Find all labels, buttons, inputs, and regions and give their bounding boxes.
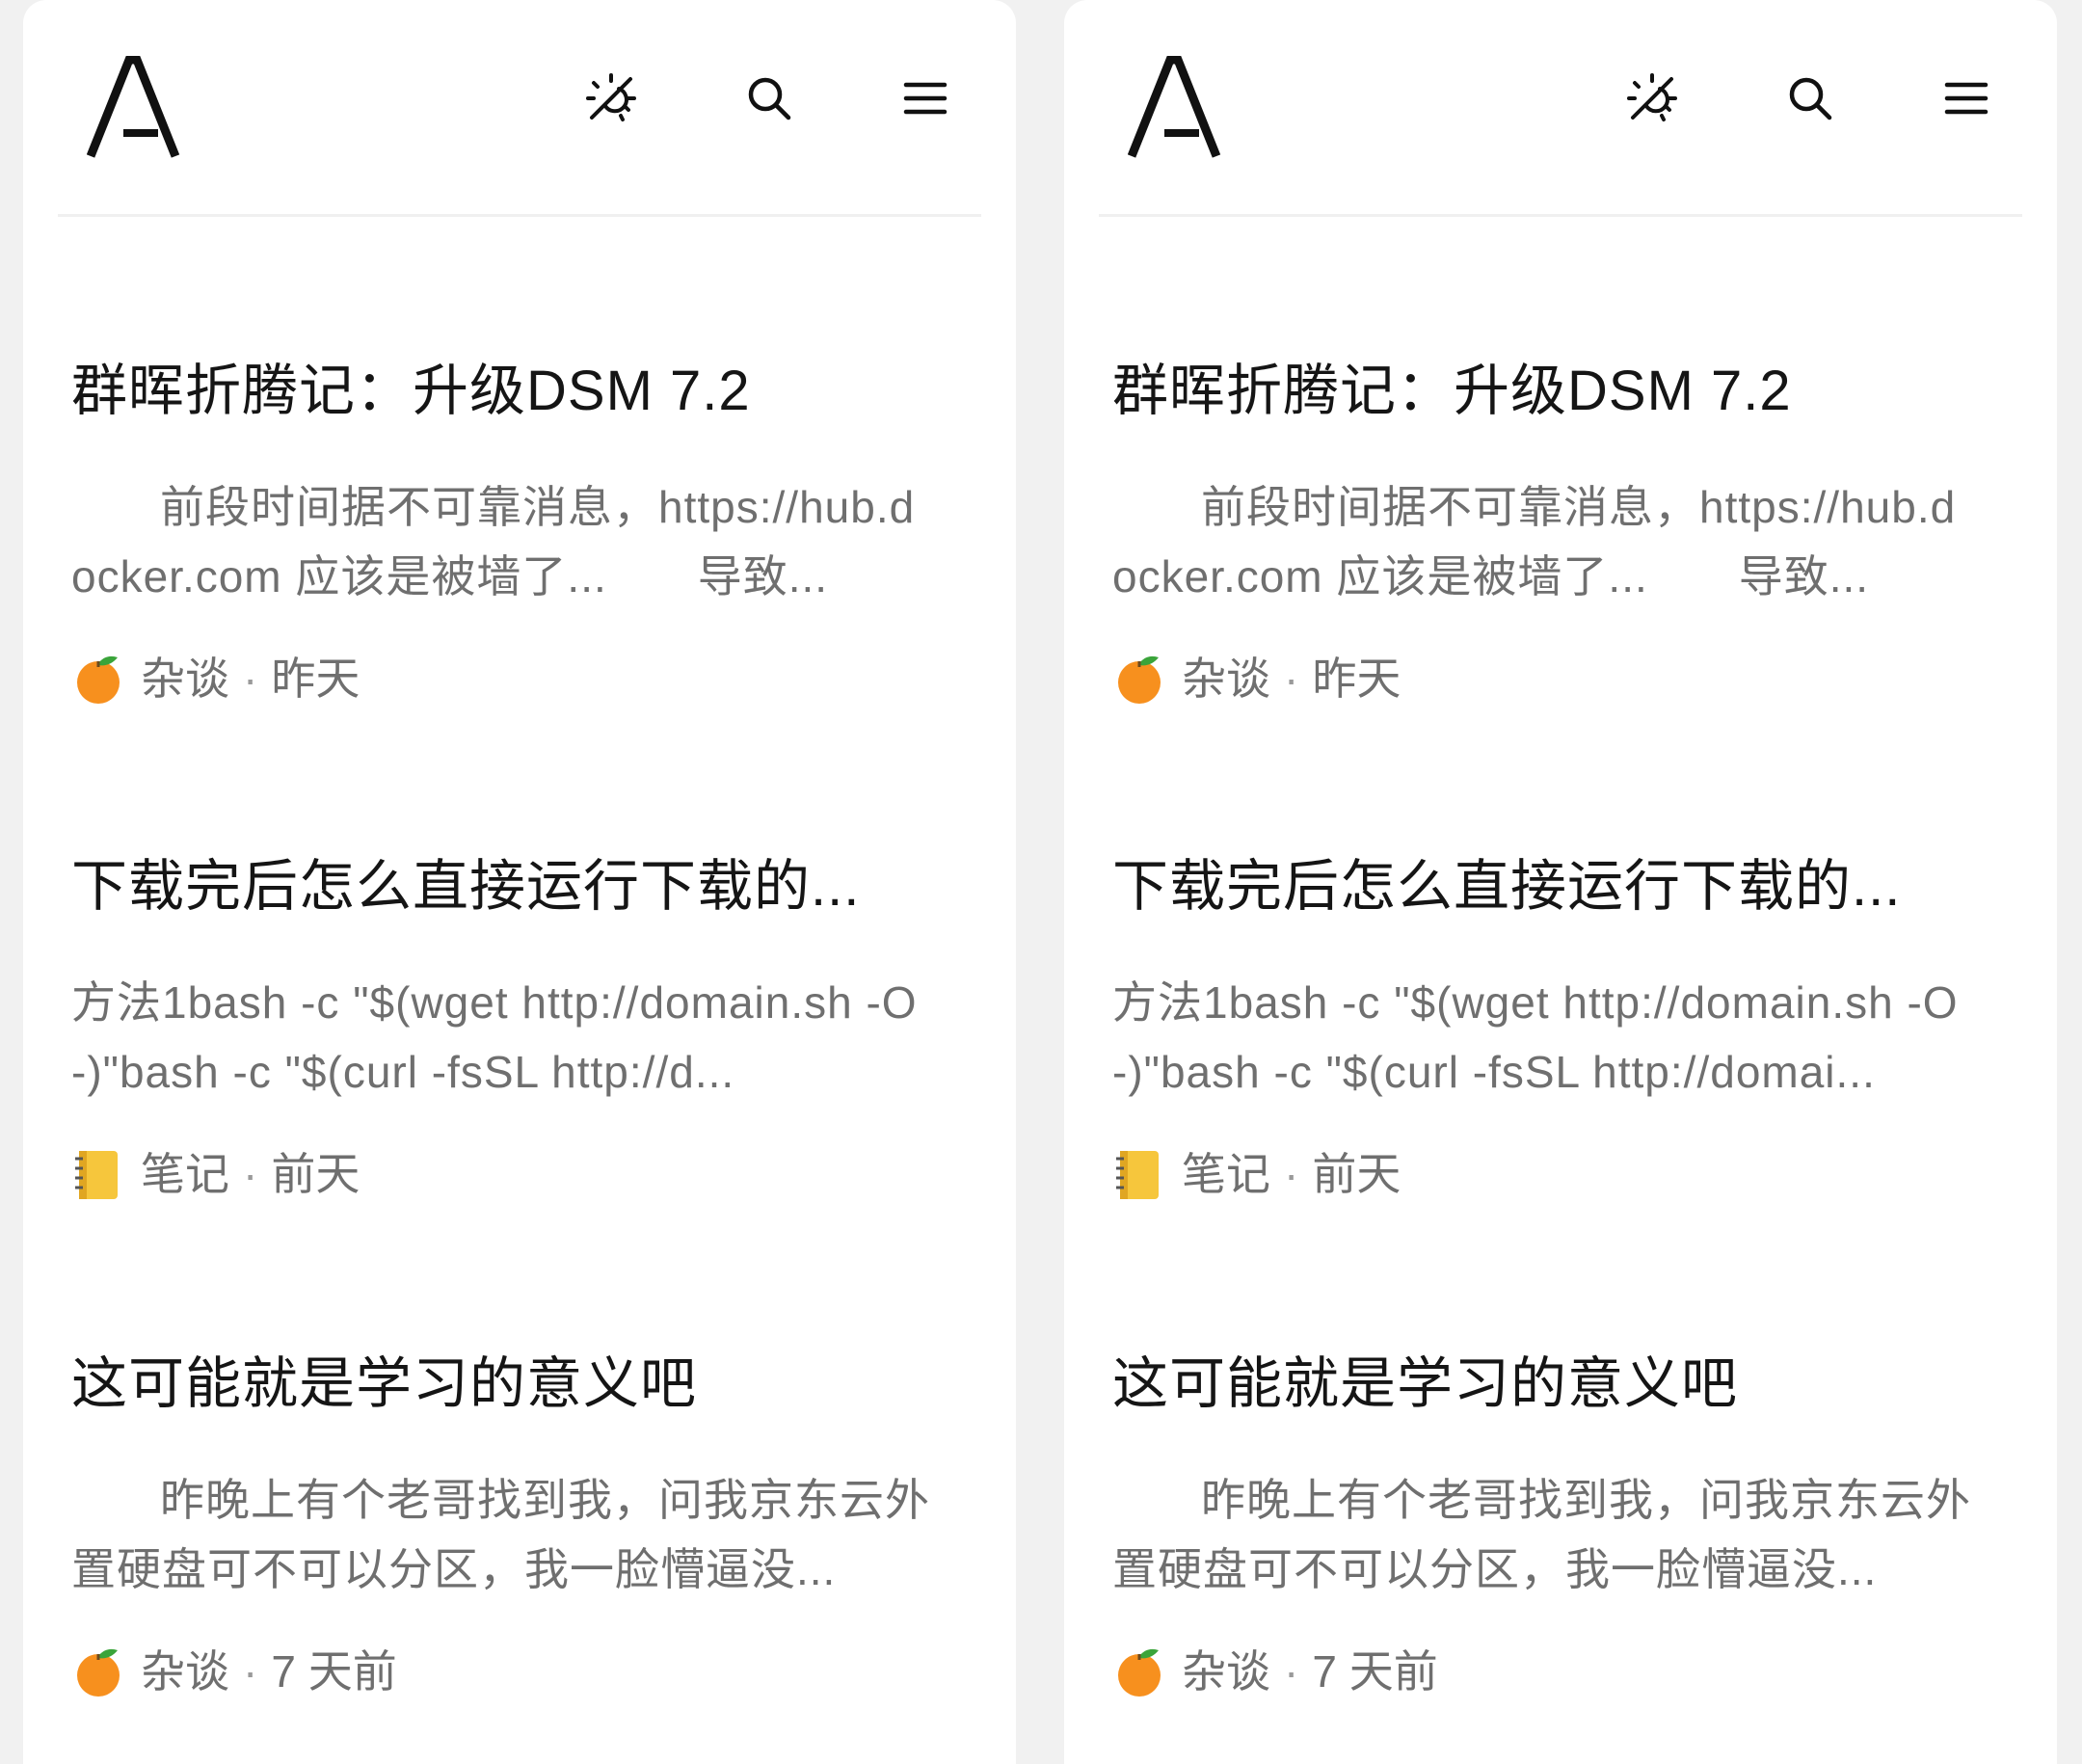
post-time: 7 天前 [1312,1646,1438,1697]
post-card[interactable]: 下载完后怎么直接运行下载的... 方法1bash -c "$(wget http… [71,852,939,1203]
post-category[interactable]: 杂谈 [1182,650,1270,708]
post-excerpt: 昨晚上有个老哥找到我，问我京东云外置硬盘可不可以分区，我一脸懵逼没... [1112,1475,1971,1594]
theme-toggle-icon[interactable] [584,71,638,125]
post-category[interactable]: 杂谈 [1182,1643,1270,1700]
post-category[interactable]: 杂谈 [141,650,229,708]
theme-toggle-icon[interactable] [1625,71,1679,125]
blog-panel-left: 群晖折腾记：升级DSM 7.2 前段时间据不可靠消息，https://hub.d… [23,0,1016,1764]
post-meta: 杂谈 · 昨天 [71,650,939,708]
tangerine-emoji-icon [71,652,125,706]
post-category[interactable]: 笔记 [141,1145,229,1203]
post-meta: 杂谈 · 昨天 [1112,650,1980,708]
site-logo-icon[interactable] [87,56,187,160]
post-title[interactable]: 这可能就是学习的意义吧 [71,1350,939,1419]
post-excerpt: 前段时间据不可靠消息，https://hub.docker.com 应该是被墙了… [1112,482,1957,601]
post-excerpt: 方法1bash -c "$(wget http://domain.sh -O -… [1112,977,1959,1097]
post-time: 前天 [271,1149,360,1199]
post-card[interactable]: 这可能就是学习的意义吧 昨晚上有个老哥找到我，问我京东云外置硬盘可不可以分区，我… [71,1350,939,1700]
post-time: 昨天 [271,654,360,704]
post-title[interactable]: 这可能就是学习的意义吧 [1112,1350,1980,1419]
meta-separator: · [1284,1646,1299,1697]
post-meta: 杂谈 · 7 天前 [71,1643,939,1700]
post-meta: 笔记 · 前天 [71,1145,939,1203]
post-card[interactable]: 群晖折腾记：升级DSM 7.2 前段时间据不可靠消息，https://hub.d… [1112,357,1980,708]
search-icon[interactable] [742,71,796,125]
post-time: 昨天 [1312,654,1401,704]
post-card[interactable]: 下载完后怎么直接运行下载的... 方法1bash -c "$(wget http… [1112,852,1980,1203]
header-divider [1099,214,2022,217]
post-category[interactable]: 杂谈 [141,1643,229,1700]
meta-separator: · [243,654,258,704]
site-logo-icon[interactable] [1128,56,1228,160]
site-header [23,0,1016,217]
post-title[interactable]: 下载完后怎么直接运行下载的... [71,852,939,922]
menu-icon[interactable] [1939,71,1993,125]
post-card[interactable]: 群晖折腾记：升级DSM 7.2 前段时间据不可靠消息，https://hub.d… [71,357,939,708]
post-meta: 杂谈 · 7 天前 [1112,1643,1980,1700]
post-title[interactable]: 群晖折腾记：升级DSM 7.2 [1112,357,1980,426]
post-excerpt: 昨晚上有个老哥找到我，问我京东云外置硬盘可不可以分区，我一脸懵逼没... [71,1475,930,1594]
post-time: 7 天前 [271,1646,397,1697]
notebook-emoji-icon [71,1147,125,1201]
meta-separator: · [243,1149,258,1199]
post-title[interactable]: 群晖折腾记：升级DSM 7.2 [71,357,939,426]
post-card[interactable]: 这可能就是学习的意义吧 昨晚上有个老哥找到我，问我京东云外置硬盘可不可以分区，我… [1112,1350,1980,1700]
post-category[interactable]: 笔记 [1182,1145,1270,1203]
tangerine-emoji-icon [71,1644,125,1698]
meta-separator: · [243,1646,258,1697]
blog-panel-right: 群晖折腾记：升级DSM 7.2 前段时间据不可靠消息，https://hub.d… [1064,0,2057,1764]
meta-separator: · [1284,654,1299,704]
post-time: 前天 [1312,1149,1401,1199]
meta-separator: · [1284,1149,1299,1199]
post-title[interactable]: 下载完后怎么直接运行下载的... [1112,852,1980,922]
menu-icon[interactable] [898,71,952,125]
tangerine-emoji-icon [1112,1644,1166,1698]
post-excerpt: 前段时间据不可靠消息，https://hub.docker.com 应该是被墙了… [71,482,916,601]
search-icon[interactable] [1783,71,1837,125]
post-excerpt: 方法1bash -c "$(wget http://domain.sh -O -… [71,977,918,1097]
header-divider [58,214,981,217]
tangerine-emoji-icon [1112,652,1166,706]
post-meta: 笔记 · 前天 [1112,1145,1980,1203]
site-header [1064,0,2057,217]
notebook-emoji-icon [1112,1147,1166,1201]
